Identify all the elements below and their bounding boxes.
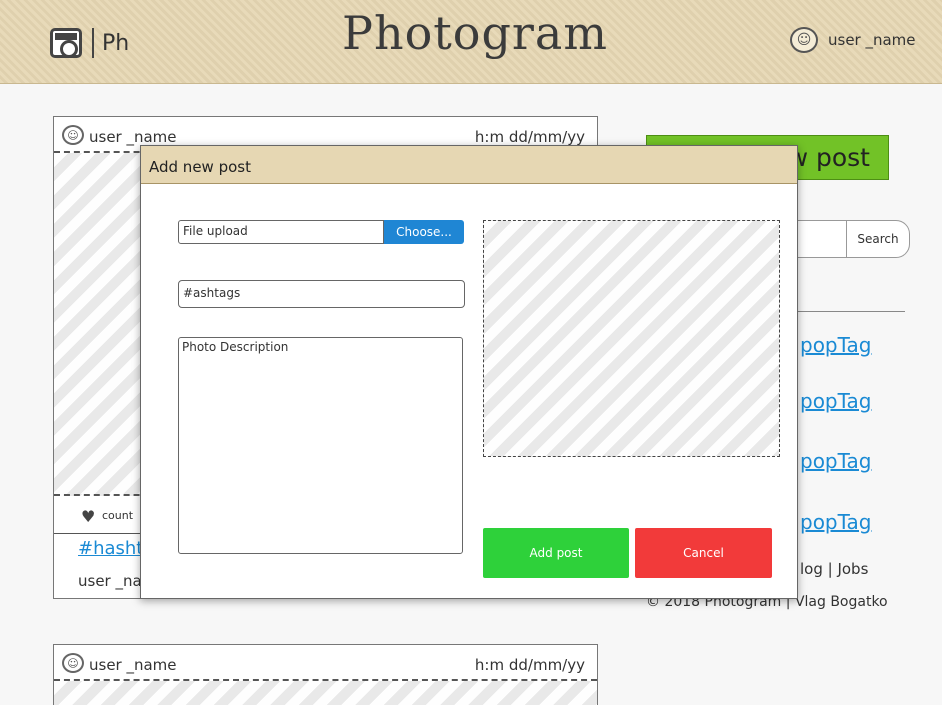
photo-preview bbox=[483, 220, 780, 457]
add-post-dialog: Add new post File upload Choose... #asht… bbox=[140, 145, 798, 599]
sidebar-divider bbox=[795, 311, 905, 312]
post-avatar-icon[interactable]: ☺ bbox=[62, 125, 84, 145]
post-hashtags[interactable]: #hasht bbox=[78, 538, 143, 559]
photo-description-textarea[interactable]: Photo Description bbox=[178, 337, 463, 554]
app-title: Photogram bbox=[342, 6, 608, 60]
footer-links[interactable]: log | Jobs bbox=[800, 560, 868, 578]
popular-tag-link[interactable]: popTag bbox=[800, 449, 871, 473]
post-user-name[interactable]: user _name bbox=[89, 656, 177, 674]
cancel-button[interactable]: Cancel bbox=[635, 528, 772, 578]
dialog-title: Add new post bbox=[141, 146, 797, 184]
post-header: ☺ user _name h:m dd/mm/yy bbox=[54, 645, 597, 681]
popular-tag-link[interactable]: popTag bbox=[800, 389, 871, 413]
post-timestamp: h:m dd/mm/yy bbox=[474, 656, 585, 674]
post-user-name[interactable]: user _name bbox=[89, 128, 177, 146]
hashtags-input[interactable]: #ashtags bbox=[178, 280, 465, 308]
likes-count: count bbox=[102, 509, 134, 522]
search-input[interactable] bbox=[795, 220, 847, 258]
post-card: ☺ user _name h:m dd/mm/yy bbox=[53, 644, 598, 705]
popular-tag-link[interactable]: popTag bbox=[800, 333, 871, 357]
post-image[interactable] bbox=[54, 681, 597, 705]
header-user-name[interactable]: user _name bbox=[828, 31, 916, 49]
logo-text[interactable]: Ph bbox=[102, 31, 129, 56]
post-author[interactable]: user _na bbox=[78, 572, 142, 590]
camera-logo-icon[interactable] bbox=[50, 28, 82, 58]
post-avatar-icon[interactable]: ☺ bbox=[62, 653, 84, 673]
choose-file-button[interactable]: Choose... bbox=[384, 220, 464, 244]
file-upload-field[interactable]: File upload bbox=[178, 220, 384, 244]
heart-icon[interactable]: ♥ bbox=[81, 507, 95, 526]
search-button[interactable]: Search bbox=[846, 220, 910, 258]
popular-tag-link[interactable]: popTag bbox=[800, 510, 871, 534]
post-timestamp: h:m dd/mm/yy bbox=[474, 128, 585, 146]
add-post-button[interactable]: Add post bbox=[483, 528, 629, 578]
app-header: Ph Photogram ☺ user _name bbox=[0, 0, 942, 84]
logo-divider bbox=[92, 28, 94, 58]
user-avatar-icon[interactable]: ☺ bbox=[790, 27, 818, 53]
